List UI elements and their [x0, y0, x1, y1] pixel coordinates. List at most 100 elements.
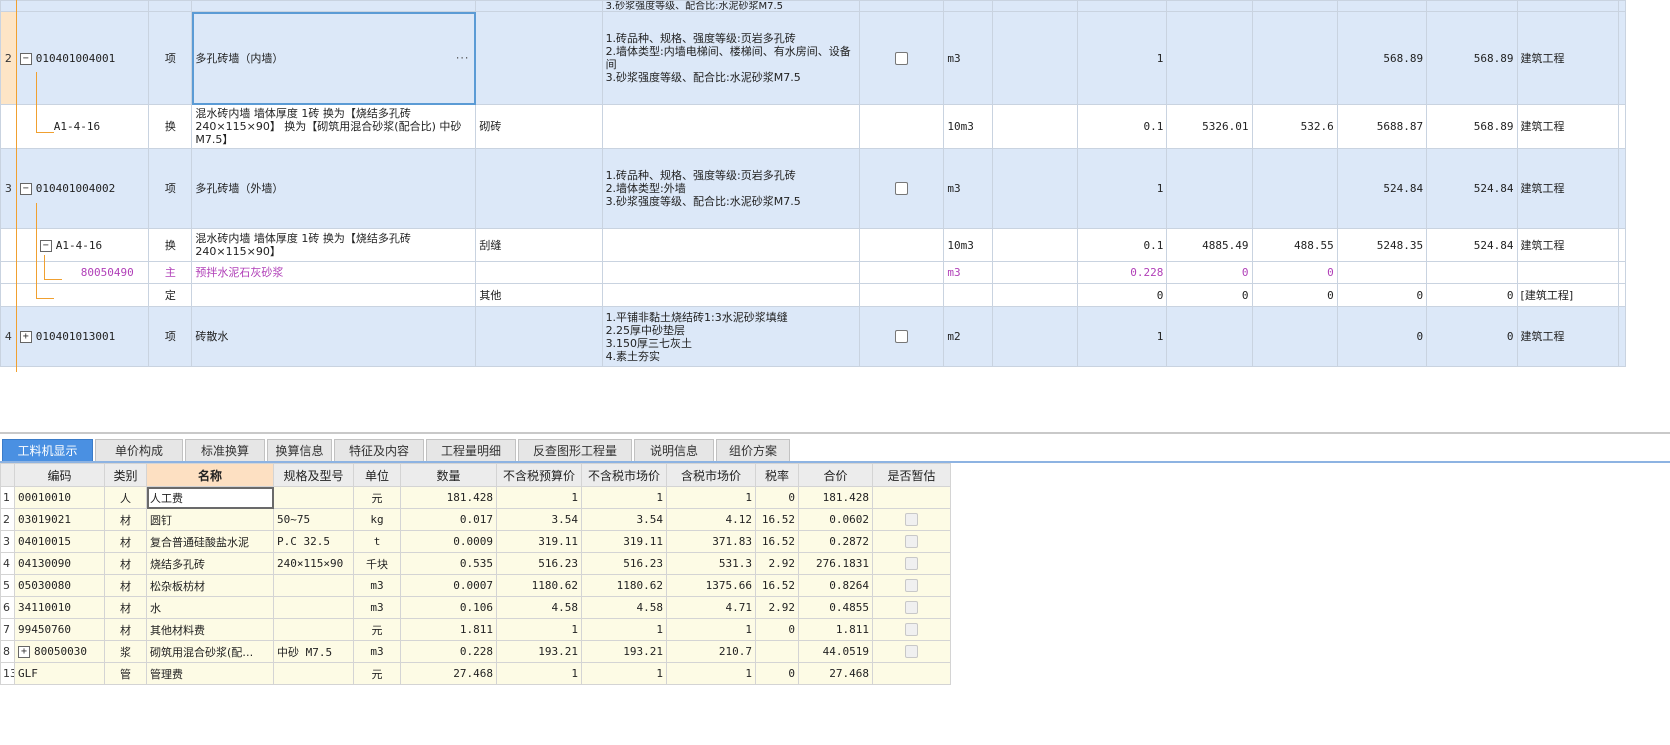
checkbox-icon[interactable] — [905, 579, 918, 593]
row-number[interactable]: 8 — [0, 640, 15, 663]
estimate-checkbox-cell[interactable] — [872, 596, 951, 619]
estimate-checkbox-cell[interactable] — [872, 662, 951, 685]
code-cell[interactable]: +010401013001 — [15, 306, 150, 367]
pane-splitter[interactable] — [0, 432, 1670, 434]
category-cell[interactable]: 人 — [104, 486, 147, 509]
name-cell[interactable]: 砖散水 — [191, 306, 477, 367]
tax-rate-cell[interactable]: 0 — [755, 618, 799, 641]
tab-labor-material[interactable]: 工料机显示 — [2, 439, 93, 461]
col-header[interactable]: 不含税市场价 — [581, 463, 667, 487]
budget-price-cell[interactable]: 1180.62 — [496, 574, 582, 597]
market-price-cell[interactable]: 1 — [581, 486, 667, 509]
taxed-price-cell[interactable]: 531.3 — [666, 552, 756, 575]
quota-row[interactable]: − A1-4-16 换 混水砖内墙 墙体厚度 1砖 换为【烧结多孔砖 240×11… — [0, 228, 1626, 262]
unit-cell[interactable]: m3 — [353, 640, 401, 663]
major-cell[interactable]: 建筑工程 — [1516, 148, 1619, 229]
name-cell-selected[interactable]: 人工费 — [146, 486, 274, 509]
features-cell[interactable] — [601, 283, 861, 307]
collapse-icon[interactable]: − — [39, 239, 52, 252]
expand-icon[interactable]: + — [18, 646, 30, 658]
market-price-cell[interactable]: 1180.62 — [581, 574, 667, 597]
estimate-checkbox-cell[interactable] — [859, 148, 945, 229]
spec-cell[interactable] — [475, 11, 603, 105]
major-cell[interactable]: [建筑工程] — [1516, 283, 1619, 307]
budget-price-cell[interactable]: 319.11 — [496, 530, 582, 553]
expr-cell[interactable] — [991, 148, 1078, 229]
col-header[interactable]: 数量 — [400, 463, 497, 487]
spec-cell[interactable]: 砌砖 — [475, 104, 603, 149]
qty-cell[interactable]: 0 — [1076, 283, 1168, 307]
name-cell[interactable]: 其他材料费 — [146, 618, 274, 641]
qty-cell[interactable]: 1 — [1076, 11, 1168, 105]
estimate-checkbox-cell[interactable] — [859, 11, 945, 105]
spec-cell[interactable]: 50~75 — [273, 508, 354, 531]
col-header[interactable]: 税率 — [755, 463, 799, 487]
tax-rate-cell[interactable]: 0 — [755, 486, 799, 509]
unit-cell[interactable]: m3 — [943, 11, 993, 105]
checkbox-icon[interactable] — [905, 513, 918, 527]
taxed-price-cell[interactable]: 4.12 — [666, 508, 756, 531]
row-number[interactable]: 2 — [0, 508, 15, 531]
estimate-checkbox-cell[interactable] — [872, 618, 951, 641]
category-cell[interactable]: 材 — [104, 508, 147, 531]
name-cell[interactable]: 复合普通硅酸盐水泥 — [146, 530, 274, 553]
resource-row[interactable]: 1 00010010 人 人工费 元 181.428 1 1 1 0 181.4… — [0, 486, 951, 509]
market-price-cell[interactable]: 1 — [581, 662, 667, 685]
spec-cell[interactable] — [475, 306, 603, 367]
quantity-cell[interactable]: 0.017 — [400, 508, 497, 531]
budget-price-cell[interactable]: 1 — [496, 662, 582, 685]
row-number[interactable]: 7 — [0, 618, 15, 641]
market-price-cell[interactable]: 3.54 — [581, 508, 667, 531]
category-cell[interactable]: 材 — [104, 596, 147, 619]
qty-cell[interactable]: 1 — [1076, 306, 1168, 367]
resource-row[interactable]: 6 34110010 材 水 m3 0.106 4.58 4.58 4.71 2… — [0, 596, 951, 619]
code-cell[interactable]: 34110010 — [14, 596, 105, 619]
category-cell[interactable]: 材 — [104, 574, 147, 597]
bill-row[interactable]: 2 −010401004001 项 多孔砖墙（内墙） ··· 1.砖品种、规格、强… — [0, 11, 1626, 105]
row-number[interactable] — [0, 228, 17, 262]
resource-row[interactable]: 5 05030080 材 松杂板枋材 m3 0.0007 1180.62 118… — [0, 574, 951, 597]
row-number[interactable]: 5 — [0, 574, 15, 597]
spec-cell[interactable]: 其他 — [475, 283, 603, 307]
checkbox-icon[interactable] — [905, 557, 918, 571]
col-header[interactable]: 不含税预算价 — [496, 463, 582, 487]
unit-cell[interactable]: t — [353, 530, 401, 553]
category-cell[interactable]: 浆 — [104, 640, 147, 663]
estimate-checkbox-cell[interactable] — [872, 508, 951, 531]
unit-cell[interactable]: m3 — [353, 574, 401, 597]
code-cell[interactable]: 00010010 — [14, 486, 105, 509]
code-cell[interactable]: 99450760 — [14, 618, 105, 641]
estimate-checkbox-cell[interactable] — [872, 552, 951, 575]
name-cell[interactable] — [191, 283, 477, 307]
col-header[interactable]: 编码 — [14, 463, 105, 487]
market-price-cell[interactable]: 4.58 — [581, 596, 667, 619]
category-cell[interactable]: 材 — [104, 530, 147, 553]
name-cell[interactable]: 混水砖内墙 墙体厚度 1砖 换为【烧结多孔砖 240×115×90】 换为【砌筑… — [191, 104, 477, 149]
qty-cell[interactable]: 1 — [1076, 148, 1168, 229]
tab-reverse-lookup[interactable]: 反查图形工程量 — [518, 439, 632, 461]
resource-row[interactable]: 3 04010015 材 复合普通硅酸盐水泥 P.C 32.5 t 0.0009… — [0, 530, 951, 553]
resource-row[interactable]: 7 99450760 材 其他材料费 元 1.811 1 1 1 0 1.811 — [0, 618, 951, 641]
major-cell[interactable]: 建筑工程 — [1516, 104, 1619, 149]
spec-cell[interactable] — [273, 574, 354, 597]
row-number[interactable]: 13 — [0, 662, 15, 685]
quantity-cell[interactable]: 1.811 — [400, 618, 497, 641]
unit-cell[interactable]: 10m3 — [943, 228, 993, 262]
features-cell[interactable]: 3.砂浆强度等级、配合比:水泥砂浆M7.5 — [601, 0, 861, 12]
unit-cell[interactable]: m3 — [353, 596, 401, 619]
features-cell[interactable]: 1.砖品种、规格、强度等级:页岩多孔砖 2.墙体类型:内墙电梯间、楼梯间、有水房… — [601, 11, 861, 105]
row-number[interactable] — [0, 104, 17, 149]
unit-cell[interactable]: 10m3 — [943, 104, 993, 149]
features-cell[interactable]: 1.平铺非黏土烧结砖1:3水泥砂浆填缝 2.25厚中砂垫层 3.150厚三七灰土… — [601, 306, 861, 367]
budget-price-cell[interactable]: 4.58 — [496, 596, 582, 619]
name-cell[interactable]: 松杂板枋材 — [146, 574, 274, 597]
tab-standard-conversion[interactable]: 标准换算 — [185, 439, 265, 461]
checkbox-icon[interactable] — [905, 535, 918, 549]
tax-rate-cell[interactable]: 2.92 — [755, 552, 799, 575]
checkbox-icon[interactable] — [905, 623, 918, 637]
code-cell[interactable]: +80050030 — [14, 640, 105, 663]
name-cell[interactable]: 混水砖内墙 墙体厚度 1砖 换为【烧结多孔砖 240×115×90】 — [191, 228, 477, 262]
estimate-checkbox-cell[interactable] — [872, 530, 951, 553]
category-cell[interactable]: 管 — [104, 662, 147, 685]
budget-price-cell[interactable]: 1 — [496, 486, 582, 509]
